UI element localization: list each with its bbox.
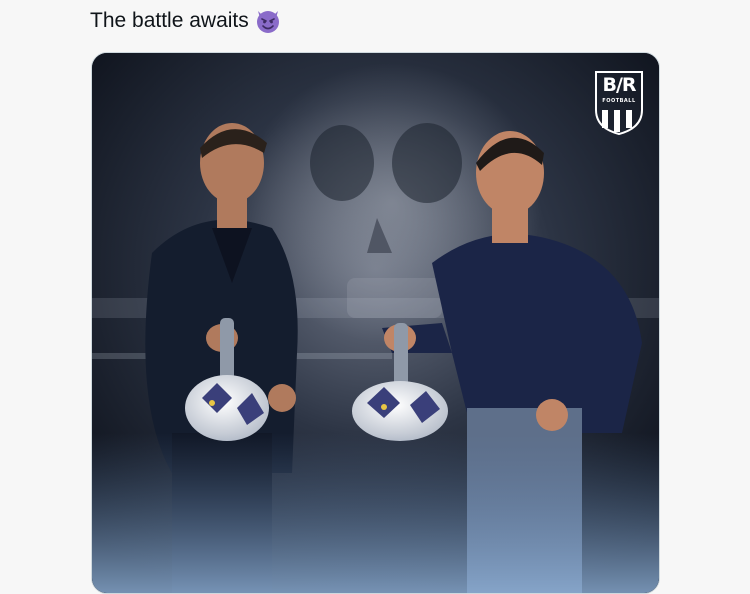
tweet-text: The battle awaits [90, 6, 281, 36]
logo-main-text: B/R [602, 74, 636, 96]
tweet-media-image[interactable]: B/R FOOTBALL [91, 52, 660, 594]
tweet-text-content: The battle awaits [90, 9, 249, 32]
br-football-logo: B/R FOOTBALL [593, 70, 645, 136]
logo-sub-text: FOOTBALL [602, 98, 636, 104]
smiling-devil-icon [255, 8, 281, 34]
